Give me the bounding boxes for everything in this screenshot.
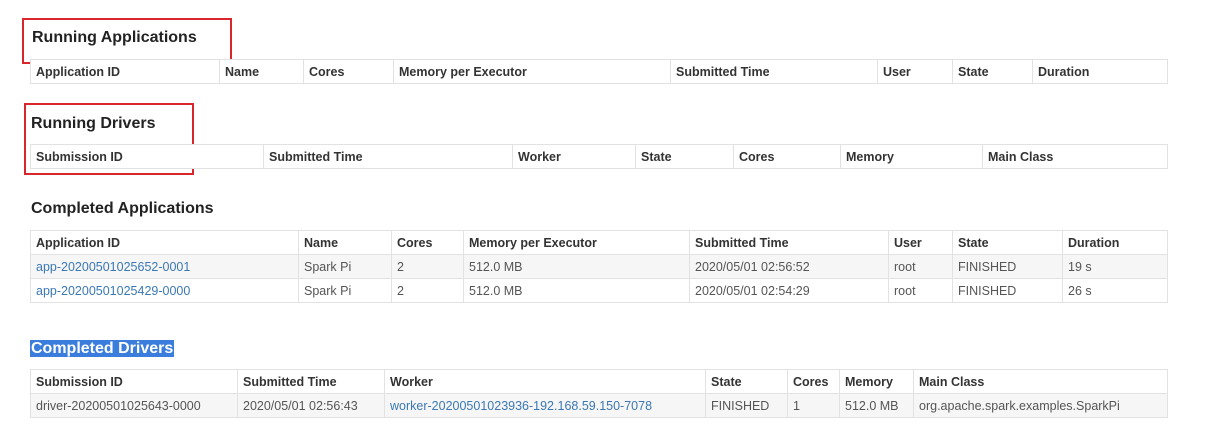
- user-cell: root: [888, 278, 953, 303]
- column-header-state[interactable]: State: [705, 369, 788, 394]
- column-header-application-id[interactable]: Application ID: [30, 59, 220, 84]
- column-header-memory-per-executor[interactable]: Memory per Executor: [463, 230, 690, 255]
- column-header-memory-per-executor[interactable]: Memory per Executor: [393, 59, 671, 84]
- running-drivers-title: Running Drivers: [31, 115, 156, 132]
- duration-cell: 19 s: [1062, 254, 1168, 279]
- running-drivers-table: Submission ID Submitted Time Worker Stat…: [30, 144, 1168, 169]
- memory-cell: 512.0 MB: [463, 278, 690, 303]
- worker-link[interactable]: worker-20200501023936-192.168.59.150-707…: [390, 399, 652, 413]
- column-header-memory[interactable]: Memory: [839, 369, 914, 394]
- selected-text[interactable]: Completed Drivers: [30, 340, 175, 357]
- completed-drivers-table: Submission ID Submitted Time Worker Stat…: [30, 369, 1168, 418]
- column-header-worker[interactable]: Worker: [512, 144, 636, 169]
- table-row: driver-20200501025643-0000 2020/05/01 02…: [30, 393, 1168, 418]
- completed-drivers-title: Completed Drivers: [30, 340, 175, 358]
- column-header-duration[interactable]: Duration: [1062, 230, 1168, 255]
- name-cell: Spark Pi: [298, 254, 392, 279]
- column-header-submitted-time[interactable]: Submitted Time: [689, 230, 889, 255]
- column-header-state[interactable]: State: [952, 230, 1063, 255]
- column-header-name[interactable]: Name: [219, 59, 304, 84]
- state-cell: FINISHED: [705, 393, 788, 418]
- column-header-submission-id[interactable]: Submission ID: [30, 369, 238, 394]
- completed-applications-title: Completed Applications: [31, 200, 214, 217]
- duration-cell: 26 s: [1062, 278, 1168, 303]
- column-header-duration[interactable]: Duration: [1032, 59, 1168, 84]
- name-cell: Spark Pi: [298, 278, 392, 303]
- application-link[interactable]: app-20200501025429-0000: [36, 284, 190, 298]
- table-row: app-20200501025652-0001 Spark Pi 2 512.0…: [30, 254, 1168, 279]
- column-header-state[interactable]: State: [635, 144, 734, 169]
- application-id-cell[interactable]: app-20200501025429-0000: [30, 278, 299, 303]
- cores-cell: 1: [787, 393, 840, 418]
- column-header-cores[interactable]: Cores: [391, 230, 464, 255]
- column-header-cores[interactable]: Cores: [787, 369, 840, 394]
- column-header-user[interactable]: User: [877, 59, 953, 84]
- memory-cell: 512.0 MB: [463, 254, 690, 279]
- submitted-time-cell: 2020/05/01 02:56:52: [689, 254, 889, 279]
- column-header-worker[interactable]: Worker: [384, 369, 706, 394]
- submitted-time-cell: 2020/05/01 02:54:29: [689, 278, 889, 303]
- cores-cell: 2: [391, 254, 464, 279]
- memory-cell: 512.0 MB: [839, 393, 914, 418]
- table-header-row: Submission ID Submitted Time Worker Stat…: [30, 369, 1168, 394]
- main-class-cell: org.apache.spark.examples.SparkPi: [913, 393, 1168, 418]
- table-row: app-20200501025429-0000 Spark Pi 2 512.0…: [30, 278, 1168, 303]
- column-header-cores[interactable]: Cores: [733, 144, 841, 169]
- column-header-main-class[interactable]: Main Class: [913, 369, 1168, 394]
- column-header-cores[interactable]: Cores: [303, 59, 394, 84]
- submitted-time-cell: 2020/05/01 02:56:43: [237, 393, 385, 418]
- user-cell: root: [888, 254, 953, 279]
- running-applications-title: Running Applications: [32, 29, 197, 46]
- cores-cell: 2: [391, 278, 464, 303]
- column-header-submission-id[interactable]: Submission ID: [30, 144, 264, 169]
- column-header-name[interactable]: Name: [298, 230, 392, 255]
- column-header-submitted-time[interactable]: Submitted Time: [263, 144, 513, 169]
- table-header-row: Application ID Name Cores Memory per Exe…: [30, 59, 1168, 84]
- column-header-user[interactable]: User: [888, 230, 953, 255]
- column-header-state[interactable]: State: [952, 59, 1033, 84]
- column-header-submitted-time[interactable]: Submitted Time: [670, 59, 878, 84]
- column-header-application-id[interactable]: Application ID: [30, 230, 299, 255]
- state-cell: FINISHED: [952, 254, 1063, 279]
- column-header-main-class[interactable]: Main Class: [982, 144, 1168, 169]
- application-link[interactable]: app-20200501025652-0001: [36, 260, 190, 274]
- submission-id-cell: driver-20200501025643-0000: [30, 393, 238, 418]
- column-header-memory[interactable]: Memory: [840, 144, 983, 169]
- table-header-row: Submission ID Submitted Time Worker Stat…: [30, 144, 1168, 169]
- completed-applications-table: Application ID Name Cores Memory per Exe…: [30, 230, 1168, 303]
- application-id-cell[interactable]: app-20200501025652-0001: [30, 254, 299, 279]
- state-cell: FINISHED: [952, 278, 1063, 303]
- running-applications-table: Application ID Name Cores Memory per Exe…: [30, 59, 1168, 84]
- table-header-row: Application ID Name Cores Memory per Exe…: [30, 230, 1168, 255]
- worker-cell[interactable]: worker-20200501023936-192.168.59.150-707…: [384, 393, 706, 418]
- column-header-submitted-time[interactable]: Submitted Time: [237, 369, 385, 394]
